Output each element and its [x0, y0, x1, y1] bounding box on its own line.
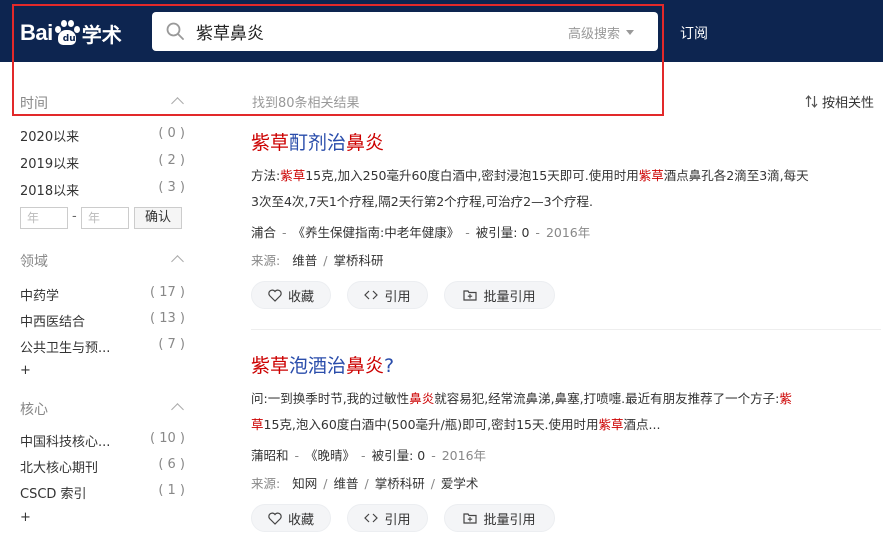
- result-divider: [251, 329, 881, 330]
- filter-item-2020[interactable]: 2020以来 ( 0 ): [20, 126, 185, 145]
- source-link[interactable]: 维普: [333, 476, 358, 491]
- folder-plus-icon: [463, 290, 478, 301]
- subscribe-link[interactable]: 订阅: [680, 23, 708, 43]
- more-field-button[interactable]: +: [20, 363, 31, 378]
- collapse-field-icon[interactable]: [171, 255, 184, 268]
- favorite-button[interactable]: 收藏: [251, 504, 331, 532]
- source-link[interactable]: 维普: [292, 253, 317, 268]
- filter-item-pku-core[interactable]: 北大核心期刊 ( 6 ): [20, 457, 185, 476]
- batch-cite-button[interactable]: 批量引用: [444, 504, 555, 532]
- filter-item-tcm[interactable]: 中药学 ( 17 ): [20, 285, 185, 304]
- folder-plus-icon: [463, 513, 478, 524]
- filter-item-china-sci-core[interactable]: 中国科技核心... ( 10 ): [20, 431, 185, 450]
- year-range-dash: -: [72, 209, 77, 224]
- favorite-button[interactable]: 收藏: [251, 281, 331, 309]
- caret-down-icon: [626, 30, 635, 35]
- author-link[interactable]: 浦合: [251, 225, 276, 240]
- search-box[interactable]: 高级搜索: [152, 12, 658, 51]
- source-link[interactable]: 知网: [292, 476, 317, 491]
- result-meta-1: 浦合 - 《养生保健指南:中老年健康》 - 被引量: 0-2016年: [251, 225, 591, 240]
- heart-icon: [268, 289, 282, 302]
- filter-title-field: 领域: [20, 254, 48, 270]
- top-header: Bai du 学术 高级搜索 订阅: [0, 0, 883, 62]
- result-title-2[interactable]: 紫草泡酒治鼻炎?: [251, 351, 394, 378]
- search-icon: [166, 22, 184, 40]
- sort-by-relevance[interactable]: 按相关性: [805, 92, 874, 111]
- advanced-search-label: 高级搜索: [568, 27, 621, 42]
- year-from-input[interactable]: 年: [20, 207, 68, 229]
- baidu-scholar-logo[interactable]: Bai du 学术: [20, 18, 122, 48]
- code-brackets-icon: [364, 290, 379, 300]
- year-confirm-button[interactable]: 确认: [134, 207, 182, 229]
- logo-text-bai: Bai: [20, 20, 53, 45]
- source-link[interactable]: 爱学术: [441, 476, 479, 491]
- collapse-core-icon[interactable]: [171, 403, 184, 416]
- filter-item-2018[interactable]: 2018以来 ( 3 ): [20, 180, 185, 199]
- result-sources-2: 来源: 知网 / 维普 / 掌桥科研 / 爱学术: [251, 476, 479, 491]
- result-abstract-1: 方法:紫草15克,加入250毫升60度白酒中,密封浸泡15天即可.使用时用紫草酒…: [251, 168, 809, 209]
- author-link[interactable]: 蒲昭和: [251, 448, 289, 463]
- journal-link[interactable]: 《晚晴》: [305, 448, 355, 463]
- search-input[interactable]: [196, 18, 546, 45]
- sort-icon: [805, 95, 818, 108]
- result-abstract-2: 问:一到换季时节,我的过敏性鼻炎就容易犯,经常流鼻涕,鼻塞,打喷嚏.最近有朋友推…: [251, 391, 792, 432]
- paw-logo-icon: du: [54, 20, 80, 46]
- journal-link[interactable]: 《养生保健指南:中老年健康》: [293, 225, 460, 240]
- batch-cite-button[interactable]: 批量引用: [444, 281, 555, 309]
- heart-icon: [268, 512, 282, 525]
- logo-text-xueshu: 学术: [81, 22, 122, 47]
- source-link[interactable]: 掌桥科研: [333, 253, 383, 268]
- more-core-button[interactable]: +: [20, 510, 31, 525]
- source-link[interactable]: 掌桥科研: [375, 476, 425, 491]
- filter-title-core: 核心: [20, 402, 48, 418]
- result-count: 找到80条相关结果: [252, 96, 360, 111]
- cite-button[interactable]: 引用: [347, 504, 428, 532]
- result-sources-1: 来源: 维普 / 掌桥科研: [251, 253, 384, 268]
- filter-title-time: 时间: [20, 96, 48, 112]
- result-meta-2: 蒲昭和 - 《晚晴》 - 被引量: 0-2016年: [251, 448, 487, 463]
- filter-item-cscd[interactable]: CSCD 索引 ( 1 ): [20, 483, 185, 502]
- filter-item-public-health[interactable]: 公共卫生与预... ( 7 ): [20, 337, 185, 356]
- cite-button[interactable]: 引用: [347, 281, 428, 309]
- collapse-time-icon[interactable]: [171, 97, 184, 110]
- result-title-1[interactable]: 紫草酊剂治鼻炎: [251, 128, 384, 155]
- year-to-input[interactable]: 年: [81, 207, 129, 229]
- code-brackets-icon: [364, 513, 379, 523]
- advanced-search-dropdown[interactable]: 高级搜索: [568, 23, 635, 42]
- filter-item-2019[interactable]: 2019以来 ( 2 ): [20, 153, 185, 172]
- filter-item-integrated-medicine[interactable]: 中西医结合 ( 13 ): [20, 311, 185, 330]
